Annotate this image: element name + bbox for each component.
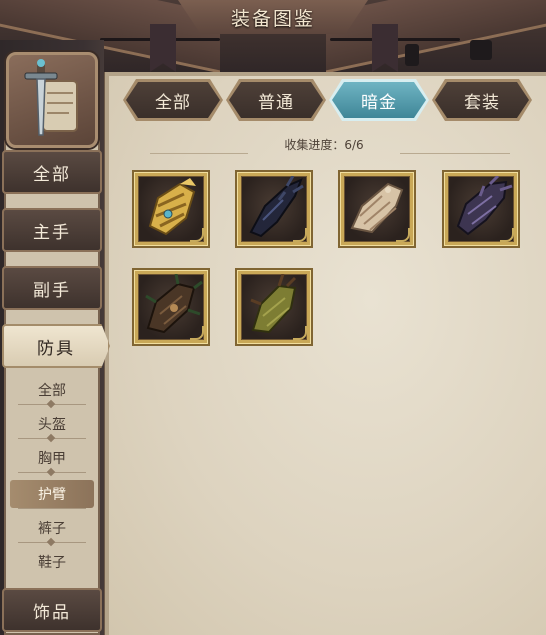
hanging-banner <box>372 24 398 72</box>
subcategory-bracer[interactable]: 护臂 <box>10 480 94 508</box>
sword-scroll-icon <box>24 59 78 136</box>
category-main-hand[interactable]: 主手 <box>2 208 102 252</box>
tab-normal[interactable]: 普通 <box>229 82 323 118</box>
tab-set[interactable]: 套装 <box>435 82 529 118</box>
subcategory-shoes[interactable]: 鞋子 <box>10 548 94 576</box>
divider <box>18 508 86 509</box>
portrait-frame <box>6 52 98 148</box>
category-off-hand[interactable]: 副手 <box>2 266 102 310</box>
item-slot[interactable] <box>235 170 313 248</box>
page-title: 装备图鉴 <box>230 8 315 30</box>
item-slot[interactable] <box>442 170 520 248</box>
item-slot[interactable] <box>132 170 210 248</box>
content-panel <box>109 76 546 635</box>
tab-dark-gold[interactable]: 暗金 <box>332 82 426 118</box>
divider <box>400 153 510 154</box>
category-accessories[interactable]: 饰品 <box>2 588 102 632</box>
content-frame <box>102 72 546 635</box>
category-armor[interactable]: 防具 <box>2 324 110 368</box>
item-slot[interactable] <box>235 268 313 346</box>
item-slot[interactable] <box>132 268 210 346</box>
item-slot[interactable] <box>338 170 416 248</box>
hanging-banner <box>150 24 176 72</box>
collection-progress: 收集进度：6/6 <box>284 138 364 152</box>
divider <box>150 153 248 154</box>
category-all[interactable]: 全部 <box>2 150 102 194</box>
tab-all[interactable]: 全部 <box>126 82 220 118</box>
lantern-icon <box>470 40 492 60</box>
lantern-icon <box>405 44 419 66</box>
